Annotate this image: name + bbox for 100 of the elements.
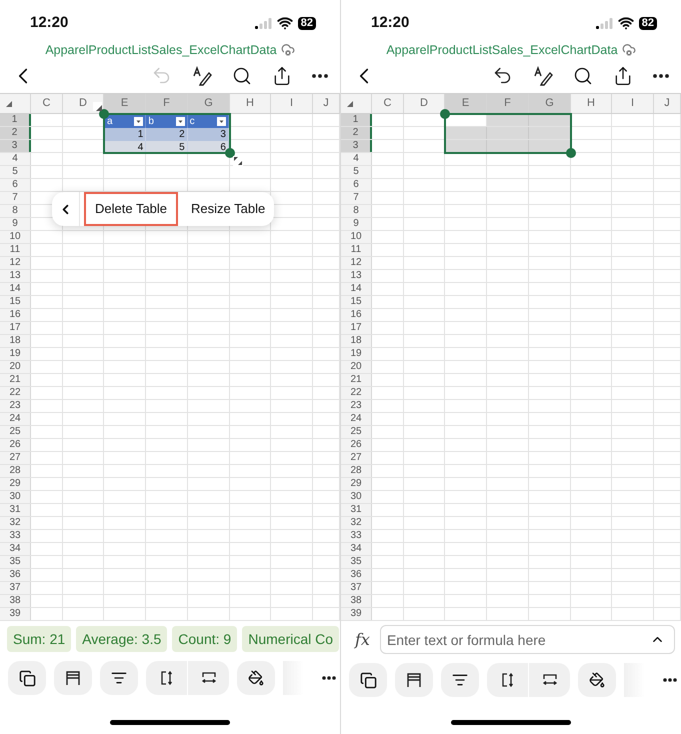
row-header[interactable]: 23	[341, 400, 372, 412]
column-header[interactable]: I	[271, 94, 313, 113]
row-header[interactable]: 4	[0, 153, 31, 165]
column-header[interactable]: H	[230, 94, 271, 113]
selection-handle[interactable]	[440, 109, 450, 119]
row-header[interactable]: 5	[341, 166, 372, 178]
row-header[interactable]: 5	[0, 166, 31, 178]
copy-button[interactable]	[8, 661, 46, 695]
row-header[interactable]: 28	[341, 465, 372, 477]
row-header[interactable]: 9	[0, 218, 31, 230]
selection-handle[interactable]	[225, 148, 235, 158]
row-header[interactable]: 33	[0, 530, 31, 542]
row-header[interactable]: 19	[0, 348, 31, 360]
row-header[interactable]: 27	[341, 452, 372, 464]
column-header[interactable]: E	[104, 94, 146, 113]
more-icon[interactable]	[312, 74, 328, 78]
column-header[interactable]: F	[146, 94, 188, 113]
row-header[interactable]: 19	[341, 348, 372, 360]
table[interactable]: a b c 1 2 3 4 5 6	[105, 115, 229, 153]
row-header[interactable]: 23	[0, 400, 31, 412]
row-header[interactable]: 35	[0, 556, 31, 568]
row-header[interactable]: 18	[0, 335, 31, 347]
row-header[interactable]: 6	[341, 179, 372, 191]
row-header[interactable]: 14	[341, 283, 372, 295]
table-header-cell[interactable]: c	[188, 115, 229, 128]
row-header[interactable]: 21	[0, 374, 31, 386]
row-header[interactable]: 24	[0, 413, 31, 425]
menu-item[interactable]: Resize Table	[182, 192, 274, 226]
row-header[interactable]: 20	[0, 361, 31, 373]
row-header[interactable]: 22	[0, 387, 31, 399]
select-all-icon[interactable]	[6, 101, 12, 107]
draw-pen-icon[interactable]	[193, 66, 213, 86]
column-header[interactable]: J	[654, 94, 681, 113]
summary-chip[interactable]: Average: 3.5	[76, 626, 168, 652]
row-header[interactable]: 4	[341, 153, 372, 165]
row-header[interactable]: 1	[0, 114, 31, 126]
summary-chip[interactable]: Count: 9	[172, 626, 238, 652]
row-header[interactable]: 20	[341, 361, 372, 373]
row-header[interactable]: 9	[341, 218, 372, 230]
table-header-cell[interactable]: b	[146, 115, 188, 128]
column-header[interactable]: I	[612, 94, 654, 113]
column-width-button[interactable]	[529, 663, 570, 697]
row-header[interactable]: 10	[0, 231, 31, 243]
row-height-button[interactable]	[487, 663, 528, 697]
row-header[interactable]: 36	[341, 569, 372, 581]
column-header[interactable]: H	[571, 94, 612, 113]
menu-item[interactable]: Delete Table	[84, 192, 178, 226]
row-header[interactable]: 32	[0, 517, 31, 529]
row-header[interactable]: 11	[341, 244, 372, 256]
row-header[interactable]: 16	[341, 309, 372, 321]
row-header[interactable]: 3	[0, 140, 31, 152]
row-header[interactable]: 21	[341, 374, 372, 386]
row-header[interactable]: 27	[0, 452, 31, 464]
copy-button[interactable]	[349, 663, 388, 697]
row-header[interactable]: 15	[341, 296, 372, 308]
row-header[interactable]: 7	[0, 192, 31, 204]
row-header[interactable]: 17	[341, 322, 372, 334]
row-header[interactable]: 26	[0, 439, 31, 451]
table-header-cell[interactable]: a	[105, 115, 146, 128]
row-header[interactable]: 34	[0, 543, 31, 555]
share-icon[interactable]	[613, 66, 633, 86]
row-header[interactable]: 1	[341, 114, 372, 126]
row-header[interactable]: 28	[0, 465, 31, 477]
table-style-button[interactable]	[54, 661, 92, 695]
search-icon[interactable]	[232, 66, 252, 86]
undo-icon[interactable]	[492, 65, 513, 86]
filter-dropdown-icon[interactable]	[176, 117, 185, 126]
table-style-button[interactable]	[395, 663, 434, 697]
row-header[interactable]: 12	[341, 257, 372, 269]
row-header[interactable]: 36	[0, 569, 31, 581]
filter-button[interactable]	[441, 663, 480, 697]
row-header[interactable]: 31	[0, 504, 31, 516]
row-header[interactable]: 24	[341, 413, 372, 425]
draw-pen-icon[interactable]	[534, 66, 554, 86]
share-icon[interactable]	[272, 66, 292, 86]
formula-field[interactable]: Enter text or formula here	[380, 625, 675, 654]
row-header[interactable]: 30	[341, 491, 372, 503]
row-header[interactable]: 7	[341, 192, 372, 204]
row-header[interactable]: 17	[0, 322, 31, 334]
column-header[interactable]: C	[31, 94, 63, 113]
row-header[interactable]: 2	[0, 127, 31, 139]
fill-color-button[interactable]	[237, 661, 276, 695]
row-header[interactable]: 39	[0, 608, 31, 620]
row-header[interactable]: 11	[0, 244, 31, 256]
search-icon[interactable]	[573, 66, 593, 86]
row-header[interactable]: 15	[0, 296, 31, 308]
row-height-button[interactable]	[146, 661, 188, 695]
row-header[interactable]: 3	[341, 140, 372, 152]
row-header[interactable]: 37	[0, 582, 31, 594]
row-header[interactable]: 14	[0, 283, 31, 295]
column-header[interactable]: G	[188, 94, 230, 113]
row-header[interactable]: 34	[341, 543, 372, 555]
column-width-button[interactable]	[188, 661, 230, 695]
row-header[interactable]: 30	[0, 491, 31, 503]
fill-color-button[interactable]	[578, 663, 616, 697]
row-header[interactable]: 29	[341, 478, 372, 490]
row-header[interactable]: 29	[0, 478, 31, 490]
column-header[interactable]: J	[313, 94, 340, 113]
more-icon[interactable]	[653, 74, 669, 78]
selection-handle[interactable]	[566, 148, 576, 158]
